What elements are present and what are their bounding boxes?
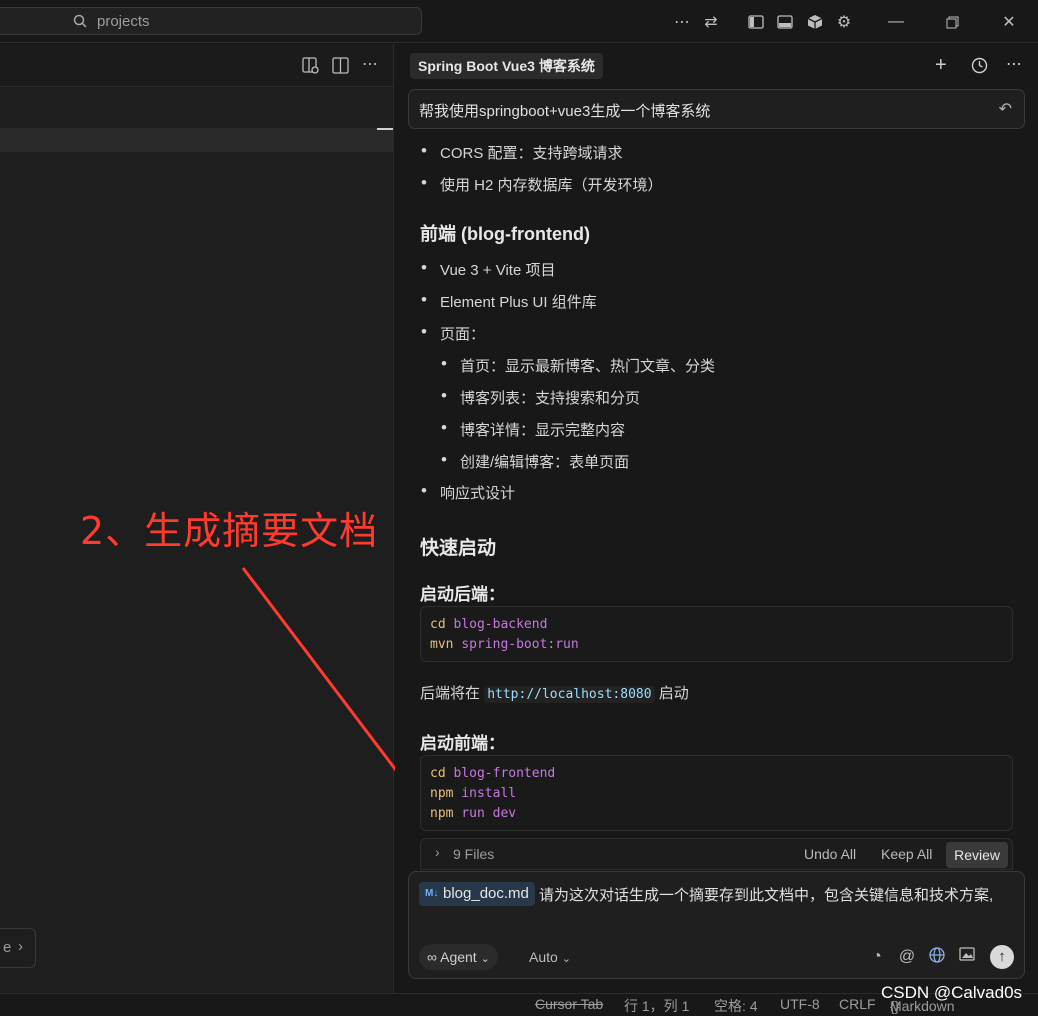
localhost-url[interactable]: http://localhost:8080 (484, 686, 655, 703)
line-ending[interactable]: CRLF (839, 996, 876, 1012)
list-item: Vue 3 + Vite 项目 (421, 258, 556, 280)
changed-files-bar: › 9 Files Undo All Keep All Review (420, 838, 1013, 870)
list-item: 响应式设计 (421, 481, 515, 503)
cursor-position[interactable]: 行 1，列 1 (624, 996, 689, 1016)
backend-note-post: 启动 (658, 685, 689, 702)
code-arg: blog-backend (453, 617, 548, 632)
undo-arrow-icon[interactable]: ↶ (999, 99, 1012, 119)
list-item: 使用 H2 内存数据库（开发环境） (421, 173, 662, 195)
infinity-icon: ∞ (427, 949, 437, 965)
attached-file-chip[interactable]: M↓ blog_doc.md (419, 882, 535, 906)
encoding[interactable]: UTF-8 (780, 996, 820, 1012)
cursor-tab-status[interactable]: Cursor Tab (535, 996, 603, 1012)
heading-frontend: 前端 (blog-frontend) (420, 224, 590, 244)
review-button[interactable]: Review (946, 842, 1008, 868)
agent-mode-label: Agent (440, 949, 477, 965)
list-item: 首页：显示最新博客、热门文章、分类 (441, 354, 715, 376)
loading-spinner-icon: ◔ (872, 948, 882, 965)
list-item: 博客列表：支持搜索和分页 (441, 386, 640, 408)
list-item: 博客详情：显示完整内容 (441, 418, 625, 440)
frontend-code-block: cd blog-frontend npm install npm run dev (420, 755, 1013, 831)
history-icon[interactable] (971, 57, 988, 79)
files-count[interactable]: 9 Files (453, 846, 494, 862)
chevron-down-icon: ⌄ (480, 953, 490, 965)
backend-note: 后端将在 http://localhost:8080 启动 (420, 682, 689, 703)
list-item: 页面： (421, 322, 485, 344)
code-arg: install (461, 786, 517, 801)
agent-mode-dropdown[interactable]: ∞ Agent ⌄ (419, 944, 498, 970)
list-item: 创建/编辑博客：表单页面 (441, 450, 629, 472)
keep-all-button[interactable]: Keep All (881, 846, 932, 862)
code-cmd: cd (430, 617, 446, 632)
heading-frontend-start: 启动前端： (420, 734, 505, 753)
code-arg: run dev (461, 806, 517, 821)
code-cmd: mvn (430, 637, 454, 652)
backend-note-pre: 后端将在 (420, 685, 481, 702)
globe-icon[interactable] (927, 947, 947, 967)
code-cmd: npm (430, 786, 454, 801)
indent-setting[interactable]: 空格: 4 (714, 996, 758, 1016)
watermark: CSDN @Calvad0s (881, 983, 1023, 1002)
code-arg: blog-frontend (453, 766, 556, 781)
chat-title-tab[interactable]: Spring Boot Vue3 博客系统 (410, 53, 603, 79)
list-item: Element Plus UI 组件库 (421, 290, 597, 312)
image-icon[interactable] (957, 947, 977, 967)
code-cmd: npm (430, 806, 454, 821)
model-label: Auto (529, 949, 558, 965)
chevron-down-icon: ⌄ (561, 953, 571, 965)
undo-all-button[interactable]: Undo All (804, 846, 856, 862)
heading-quickstart: 快速启动 (420, 538, 497, 559)
heading-backend-start: 启动后端： (420, 585, 505, 604)
send-button[interactable]: ↑ (990, 945, 1014, 969)
chat-panel: Spring Boot Vue3 博客系统 + ⋯ 帮我使用springboot… (395, 44, 1038, 993)
user-prompt-bubble[interactable]: 帮我使用springboot+vue3生成一个博客系统 ↶ (408, 89, 1025, 129)
new-chat-icon[interactable]: + (935, 54, 947, 77)
chat-more-icon[interactable]: ⋯ (1006, 54, 1022, 74)
code-arg: spring-boot:run (461, 637, 579, 652)
model-dropdown[interactable]: Auto ⌄ (529, 944, 571, 970)
mention-icon[interactable]: @ (897, 947, 917, 967)
user-prompt-text: 帮我使用springboot+vue3生成一个博客系统 (419, 103, 711, 120)
chevron-right-icon[interactable]: › (435, 844, 440, 860)
chat-input-box[interactable]: 请为这次对话生成一个摘要存到此文档中，包含关键信息和技术方案, M↓ blog_… (408, 871, 1025, 979)
chat-response: CORS 配置：支持跨域请求 使用 H2 内存数据库（开发环境） 前端 (blo… (395, 129, 1038, 889)
markdown-file-icon: M↓ (425, 888, 439, 899)
attached-file-name: blog_doc.md (443, 885, 529, 902)
code-cmd: cd (430, 766, 446, 781)
list-item: CORS 配置：支持跨域请求 (421, 141, 622, 163)
backend-code-block: cd blog-backend mvn spring-boot:run (420, 606, 1013, 662)
